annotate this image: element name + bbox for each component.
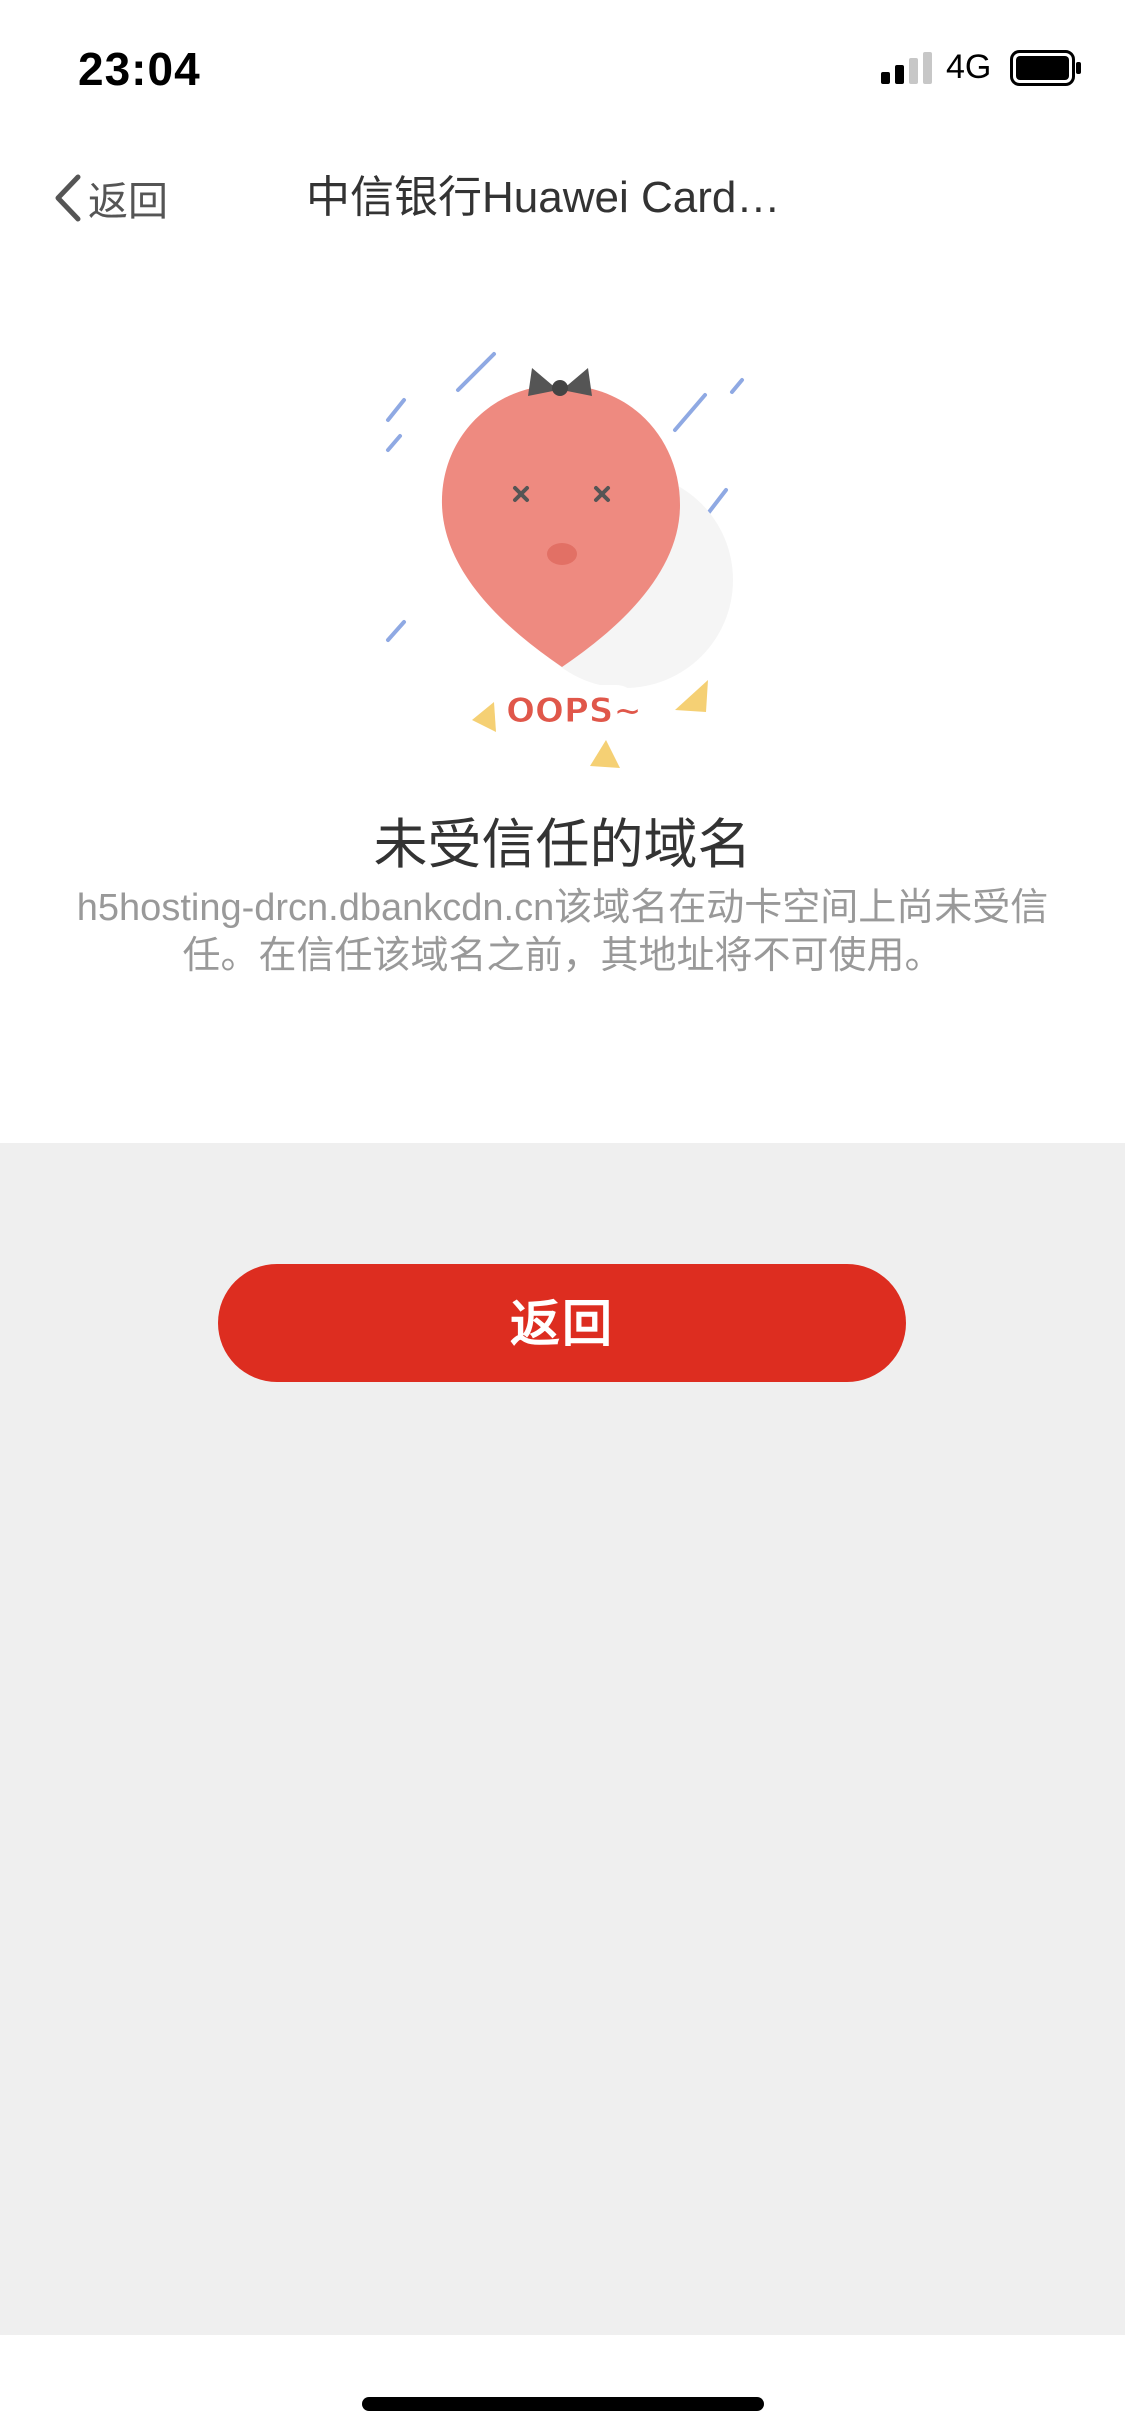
return-button[interactable]: 返回	[218, 1264, 906, 1382]
back-button[interactable]: 返回	[52, 170, 168, 226]
error-description: h5hosting-drcn.dbankcdn.cn该域名在动卡空间上尚未受信任…	[76, 887, 1049, 977]
broken-balloon-illustration: OOPS~	[386, 352, 744, 768]
bow-icon	[528, 368, 592, 396]
screen: 23:04 4G 返回 中信银行Huawei Card… OOPS~ 未受信任的…	[0, 0, 1125, 2436]
page-title: 中信银行Huawei Card…	[306, 173, 781, 222]
status-time: 23:04	[78, 43, 201, 95]
signal-icon	[881, 52, 932, 84]
back-label: 返回	[88, 180, 168, 224]
home-indicator[interactable]	[362, 2397, 764, 2411]
chevron-left-icon	[55, 174, 81, 222]
network-type: 4G	[946, 48, 992, 86]
oops-badge-text: OOPS~	[506, 691, 642, 731]
status-bar: 23:04 4G	[0, 0, 1125, 132]
oops-badge: OOPS~	[506, 685, 642, 733]
battery-icon	[1010, 50, 1081, 86]
error-title: 未受信任的域名	[373, 815, 752, 875]
nav-bar: 返回 中信银行Huawei Card…	[0, 150, 1125, 246]
